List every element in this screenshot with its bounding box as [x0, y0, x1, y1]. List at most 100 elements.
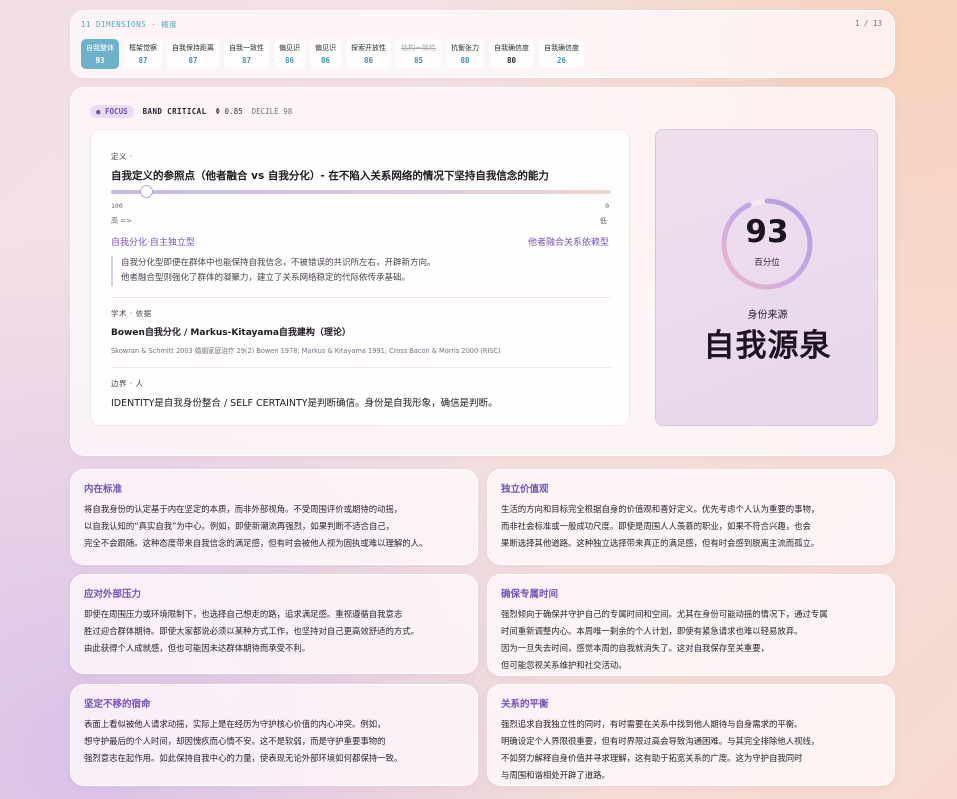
- facet-card-3: 确保专属时间 强烈倾向于确保并守护自己的专属时间和空间。尤其在身份可能动摇的情况…: [487, 574, 895, 676]
- dimension-chip-10[interactable]: 自我确信度 26: [539, 39, 584, 69]
- basis-references: Skowran & Schmitt 2003 婚姻家庭治疗 29(2) Bowe…: [111, 347, 501, 355]
- chip-label: 自我保持距离: [172, 44, 214, 52]
- basis-title: Bowen自我分化 / Markus-Kitayama自我建构（理论）: [111, 328, 351, 338]
- score-unit: 百分位: [754, 258, 780, 268]
- facet-line: 想守护最后的个人时间，却因愧疚而心情不安。这不是软弱，而是守护重要事物的: [84, 736, 386, 746]
- facet-body: 强烈追求自我独立性的同时，有时需要在关系中找到他人期待与自身需求的平衡。 明确设…: [501, 716, 887, 784]
- dimension-chip-6[interactable]: 探索开放性 86: [346, 39, 391, 69]
- dimension-chip-5[interactable]: 偏见识 86: [310, 39, 341, 69]
- facet-line: 而非社会标准或一般成功尺度。即使是周围人人羡慕的职业，如果不符合兴趣，也会: [501, 521, 811, 531]
- band-label: BAND CRITICAL: [142, 107, 207, 116]
- facet-line: 因为一旦失去时间，感觉本周的自我就消失了。这对自我保存至关重要，: [501, 643, 769, 653]
- facet-line: 即使在周围压力或环境限制下，也选择自己想走的路，追求满足感。重视遵循自我意志: [84, 609, 403, 619]
- definition-quote: 自我分化型即便在群体中也能保持自我信念，不被错误的共识所左右，开辟新方向。 他者…: [111, 256, 611, 286]
- chip-value: 26: [556, 56, 567, 65]
- definition-text: 自我定义的参照点（他者融合 vs 自我分化）- 在不陷入关系网络的情况下坚持自我…: [111, 170, 549, 182]
- facet-title: 应对外部压力: [84, 589, 142, 600]
- chip-value: 80: [506, 56, 517, 65]
- facet-line: 胜过迎合群体期待。即使大家都说必须以某种方式工作，也坚持对自己更高效舒适的方式。: [84, 626, 419, 636]
- chip-label: 自我整体: [86, 44, 114, 52]
- facet-title: 关系的平衡: [501, 699, 549, 710]
- quote-line: 他者融合型则强化了群体的凝聚力，建立了关系网络稳定的代际依传承基础。: [121, 273, 411, 283]
- facet-line: 果断选择其他道路。这种独立选择带来真正的满足感，但有时会感到脱离主流而孤立。: [501, 538, 820, 548]
- dimension-chip-0[interactable]: 自我整体 93: [81, 39, 119, 69]
- facet-card-1: 独立价值观 生活的方向和目标完全根据自身的价值观和喜好定义。优先考虑个人认为重要…: [487, 469, 895, 565]
- chip-label: 自我确信度: [544, 44, 579, 52]
- score-value: 93: [745, 214, 789, 250]
- source-label: 身份来源: [747, 310, 788, 321]
- facet-body: 即使在周围压力或环境限制下，也选择自己想走的路，追求满足感。重视遵循自我意志 胜…: [84, 606, 470, 657]
- facet-card-0: 内在标准 将自我身份的认定基于内在坚定的本质，而非外部视角。不受周围评价或期待的…: [70, 469, 478, 565]
- dimension-chip-1[interactable]: 框架觉察 87: [124, 39, 162, 69]
- facet-line: 但可能忽视关系维护和社交活动。: [501, 660, 627, 670]
- facet-body: 表面上看似被他人请求动摇，实际上是在经历为守护核心价值的内心冲突。例如， 想守护…: [84, 716, 470, 767]
- source-name: 自我源泉: [703, 328, 832, 364]
- spectrum-slider[interactable]: [111, 185, 611, 198]
- facet-line: 强烈追求自我独立性的同时，有时需要在关系中找到他人期待与自身需求的平衡。: [501, 719, 803, 729]
- divider: [111, 367, 611, 368]
- facet-body: 强烈倾向于确保并守护自己的专属时间和空间。尤其在身份可能动摇的情况下，通过专属 …: [501, 606, 887, 674]
- facet-line: 将自我身份的认定基于内在坚定的本质，而非外部视角。不受周围评价或期待的动摇，: [84, 504, 403, 514]
- facet-line: 由此获得个人成就感，但也可能因未达群体期待而承受不利。: [84, 643, 311, 653]
- facet-body: 生活的方向和目标完全根据自身的价值观和喜好定义。优先考虑个人认为重要的事物， 而…: [501, 501, 887, 552]
- chip-label: 偏见识: [279, 44, 300, 52]
- facet-line: 强烈意志在起作用。如此保持自我中心的力量，使表现无论外部环境如何都保持一致。: [84, 753, 403, 763]
- decile-label: DECILE 98: [251, 107, 293, 116]
- slider-thumb[interactable]: [140, 185, 153, 198]
- pole-low: 低·: [599, 217, 609, 225]
- slider-min: 100: [111, 202, 123, 210]
- chip-label: 自我确信度: [494, 44, 529, 52]
- dimensions-title: 11 DIMENSIONS · 概度: [81, 20, 178, 29]
- facet-title: 内在标准: [84, 484, 123, 495]
- type-right: 他者融合关系依赖型: [527, 238, 609, 248]
- chip-value: 80: [460, 56, 470, 65]
- facet-card-4: 坚定不移的宿命 表面上看似被他人请求动摇，实际上是在经历为守护核心价值的内心冲突…: [70, 684, 478, 786]
- boundary-label: 边界 · 人: [111, 379, 144, 388]
- facet-line: 表面上看似被他人请求动摇，实际上是在经历为守护核心价值的内心冲突。例如，: [84, 719, 386, 729]
- pole-high: 高 =>: [111, 217, 132, 225]
- chip-label: 结构一致性: [401, 44, 436, 52]
- chip-label: 自我一致性: [229, 44, 264, 52]
- status-tags: ● FOCUS BAND CRITICAL Φ 0.85 DECILE 98: [90, 105, 292, 118]
- definition-panel: 定义 · 自我定义的参照点（他者融合 vs 自我分化）- 在不陷入关系网络的情况…: [90, 129, 630, 426]
- chip-value: 87: [188, 56, 198, 65]
- facet-line: 明确设定个人界限很重要，但有时界限过高会导致沟通困难。与其完全排除他人视线，: [501, 736, 820, 746]
- focus-badge: ● FOCUS: [90, 105, 134, 118]
- chip-value: 93: [95, 56, 105, 65]
- facet-line: 强烈倾向于确保并守护自己的专属时间和空间。尤其在身份可能动摇的情况下，通过专属: [501, 609, 828, 619]
- chip-value: 86: [363, 56, 374, 65]
- dimension-chip-4[interactable]: 偏见识 86: [274, 39, 305, 69]
- chip-value: 87: [241, 56, 252, 65]
- dimension-chip-8[interactable]: 抗衡张力 80: [446, 39, 484, 69]
- chip-label: 偏见识: [315, 44, 336, 52]
- dimension-chip-7[interactable]: 结构一致性 85: [396, 39, 441, 69]
- facet-line: 以自我认知的“真实自我”为中心。例如，即使新潮流再强烈，如果判断不适合自己，: [84, 521, 395, 531]
- dimension-chip-9[interactable]: 自我确信度 80: [489, 39, 534, 69]
- basis-label: 学术 · 依据: [111, 309, 152, 318]
- slider-max: 0: [605, 202, 609, 210]
- score-panel: 93 百分位 身份来源 自我源泉: [655, 129, 878, 426]
- facet-body: 将自我身份的认定基于内在坚定的本质，而非外部视角。不受周围评价或期待的动摇， 以…: [84, 501, 470, 552]
- dimensions-bar: 11 DIMENSIONS · 概度 1 / 13 自我整体 93 框架觉察 87 …: [70, 10, 895, 78]
- quote-line: 自我分化型即便在群体中也能保持自我信念，不被错误的共识所左右，开辟新方向。: [121, 258, 436, 268]
- facet-line: 时间重新调整内心。本周唯一剩余的个人计划，即使有紧急请求也难以轻易放弃。: [501, 626, 803, 636]
- facet-line: 不如努力解释自身价值并寻求理解，这有助于拓宽关系的广度。这为守护自我同时: [501, 753, 803, 763]
- facet-card-2: 应对外部压力 即使在周围压力或环境限制下，也选择自己想走的路，追求满足感。重视遵…: [70, 574, 478, 674]
- facet-line: 生活的方向和目标完全根据自身的价值观和喜好定义。优先考虑个人认为重要的事物，: [501, 504, 820, 514]
- facet-line: 与周围和谐相处开辟了道路。: [501, 770, 610, 780]
- facet-line: 完全不会跟随。这种态度带来自我信念的满足感，但有时会被他人视为固执或难以理解的人…: [84, 538, 428, 548]
- chip-value: 85: [413, 56, 424, 65]
- facet-title: 坚定不移的宿命: [84, 699, 151, 710]
- boundary-text: IDENTITY是自我身份整合 / SELF CERTAINTY是判断确信。身份…: [111, 398, 498, 409]
- divider: [111, 297, 611, 298]
- dimension-chip-2[interactable]: 自我保持距离 87: [167, 39, 219, 69]
- type-left: 自我分化·自主独立型: [111, 238, 195, 248]
- chip-label: 探索开放性: [351, 44, 386, 52]
- facet-title: 确保专属时间: [501, 589, 559, 600]
- chip-value: 87: [138, 56, 148, 65]
- facet-title: 独立价值观: [501, 484, 549, 495]
- chip-value: 86: [284, 56, 295, 65]
- page-indicator: 1 / 13: [854, 19, 882, 28]
- chip-value: 86: [320, 56, 331, 65]
- dimension-chip-3[interactable]: 自我一致性 87: [224, 39, 269, 69]
